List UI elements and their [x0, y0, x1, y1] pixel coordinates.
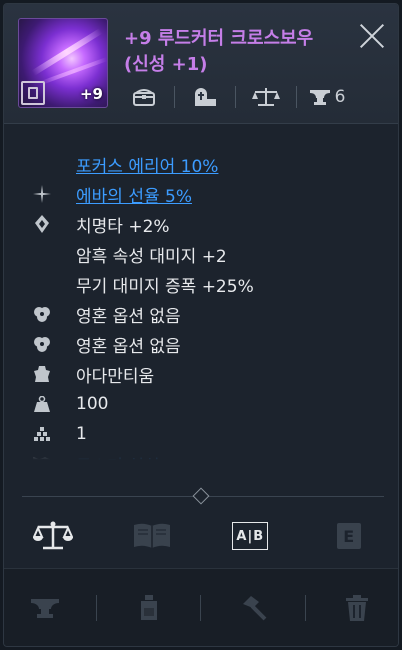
- stat-row: 치명타 +2%: [4, 209, 398, 239]
- stat-weight: 100: [76, 394, 109, 414]
- stat-row: 100: [4, 389, 398, 419]
- stat-row: 무기 대미지 증폭 +25%: [4, 269, 398, 299]
- stat-soul-option-2: 영혼 옵션 없음: [76, 336, 181, 357]
- hammer-icon: [243, 595, 267, 620]
- potion-icon: [140, 594, 157, 620]
- chest-icon: [114, 82, 174, 112]
- crit-icon: [32, 214, 52, 234]
- spark-icon: [32, 184, 52, 204]
- book-icon: [133, 523, 170, 548]
- stat-row: 몬스터 처치: [4, 449, 398, 465]
- view-tabs: A|B E: [4, 508, 398, 564]
- stat-row: 1: [4, 419, 398, 449]
- ab-compare-icon: A|B: [232, 522, 269, 550]
- soul-icon: [32, 304, 52, 324]
- divider-diamond-icon: [192, 487, 210, 505]
- item-title-line1: +9 루드커터 크로스보우: [124, 28, 314, 49]
- action-bar: [4, 568, 398, 646]
- trash-icon: [346, 594, 369, 621]
- potion-button[interactable]: [119, 588, 179, 628]
- stat-dark-damage: 암흑 속성 대미지 +2: [76, 246, 227, 267]
- enhance-button[interactable]: [15, 588, 75, 628]
- stat-crit: 치명타 +2%: [76, 216, 170, 237]
- scale-icon: [33, 521, 74, 550]
- scroll-fade-top: [4, 125, 398, 151]
- stat-row: 에바의 선율 5%: [4, 179, 398, 209]
- separator: [304, 594, 306, 621]
- stat-row: 포커스 에리어 10%: [4, 149, 398, 179]
- stat-link-eva-melody[interactable]: 에바의 선율 5%: [76, 182, 192, 207]
- tab-equip[interactable]: E: [324, 513, 374, 559]
- separator: [96, 594, 98, 621]
- stat-link-focus-area[interactable]: 포커스 에리어 10%: [76, 152, 218, 177]
- anvil-icon: [30, 598, 59, 618]
- map-icon: [32, 454, 52, 465]
- stat-row: 영혼 옵션 없음: [4, 299, 398, 329]
- item-header: +9 +9 루드커터 크로스보우 (신성 +1) 6: [4, 4, 398, 124]
- separator: [200, 594, 202, 621]
- stack-icon: [32, 424, 52, 444]
- item-stat-list[interactable]: 포커스 에리어 10% 에바의 선율 5% 치명타 +2% 암흑 속성 대미지 …: [4, 125, 398, 465]
- stat-link-monster-kill[interactable]: 몬스터 처치: [76, 452, 160, 466]
- stat-row: 암흑 속성 대미지 +2: [4, 239, 398, 269]
- item-title-line2: (신성 +1): [124, 54, 208, 75]
- enhance-level-badge: +9: [79, 85, 103, 103]
- material-icon: [32, 364, 52, 384]
- stat-weapon-amp: 무기 대미지 증폭 +25%: [76, 276, 254, 297]
- equip-icon: E: [336, 523, 361, 549]
- weight-icon: [32, 394, 52, 414]
- tab-ab-compare[interactable]: A|B: [225, 513, 275, 559]
- tab-compare[interactable]: [28, 513, 78, 559]
- anvil-count: 6: [334, 87, 346, 107]
- item-title: +9 루드커터 크로스보우 (신성 +1): [124, 26, 354, 78]
- grave-icon: [175, 82, 235, 112]
- delete-button[interactable]: [327, 588, 387, 628]
- scale-icon: [236, 82, 296, 112]
- item-thumbnail: +9: [18, 18, 108, 108]
- stat-stack: 1: [76, 424, 87, 444]
- stat-material: 아다만티움: [76, 366, 155, 387]
- anvil-icon: 6: [297, 82, 357, 112]
- soul-icon: [32, 334, 52, 354]
- stat-soul-option-1: 영혼 옵션 없음: [76, 306, 181, 327]
- item-attribute-icons: 6: [114, 80, 394, 114]
- stat-row: 영혼 옵션 없음: [4, 329, 398, 359]
- dismantle-button[interactable]: [223, 588, 283, 628]
- close-button[interactable]: [358, 22, 386, 50]
- stat-row: 아다만티움: [4, 359, 398, 389]
- tab-book[interactable]: [127, 513, 177, 559]
- lock-icon[interactable]: [21, 81, 45, 105]
- item-tooltip-panel: +9 +9 루드커터 크로스보우 (신성 +1) 6 포커스 에리어 10% 에…: [3, 3, 399, 647]
